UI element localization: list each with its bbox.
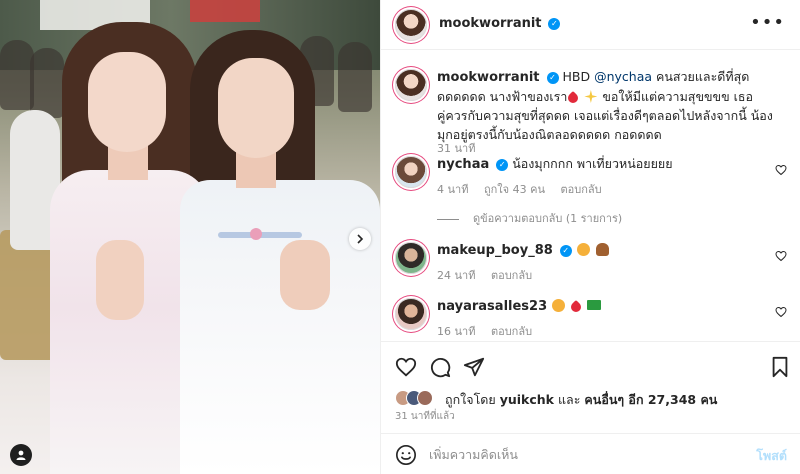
view-replies-button[interactable]: ดูข้อความตอบกลับ (1 รายการ) [437, 209, 622, 227]
author-name-group: mookworranit ✓ [439, 16, 561, 31]
comment-avatar[interactable] [395, 298, 427, 330]
comment-time[interactable]: 4 นาที [437, 183, 468, 196]
caption-text: mookworranit ✓ HBD @nychaa คนสวยและดีที่… [437, 67, 777, 144]
author-username[interactable]: mookworranit [439, 16, 542, 31]
likes-summary[interactable]: ถูกใจโดย yuikchk และ คนอื่นๆ อีก 27,348 … [395, 390, 795, 407]
burger-emoji [595, 243, 609, 256]
comment-username[interactable]: makeup_boy_88 [437, 243, 553, 258]
other-likers-link[interactable]: คนอื่นๆ อีก 27,348 คน [584, 392, 717, 407]
user-tag-icon [16, 450, 26, 460]
verified-badge-icon: ✓ [559, 244, 572, 257]
comment-text: nayarasalles23 [437, 296, 777, 316]
post-photo[interactable] [0, 0, 380, 474]
comment-meta: 24 นาที ตอบกลับ [437, 266, 544, 284]
add-comment-bar: โพสต์ [381, 433, 800, 474]
comment-like-heart-icon[interactable] [775, 250, 787, 262]
photo-crowd-person [338, 42, 372, 112]
photo-subject-right-dress [180, 180, 380, 474]
star-struck-emoji [576, 243, 590, 256]
likes-text: ถูกใจโดย yuikchk และ คนอื่นๆ อีก 27,348 … [445, 390, 717, 410]
comment-avatar[interactable] [395, 156, 427, 188]
caption-mention[interactable]: @nychaa [594, 69, 652, 84]
photo-dress-flower [250, 228, 262, 240]
chevron-right-icon [357, 234, 364, 244]
send-icon[interactable] [463, 356, 485, 378]
comment-avatar[interactable] [395, 242, 427, 274]
comment-reply-button[interactable]: ตอบกลับ [491, 269, 532, 282]
comment-reply-button[interactable]: ตอบกลับ [491, 325, 532, 338]
more-horizontal-icon: ••• [750, 12, 785, 33]
bookmark-icon[interactable] [769, 356, 791, 378]
comment-likes-count[interactable]: ถูกใจ 43 คน [484, 183, 545, 196]
caption-username[interactable]: mookworranit [437, 70, 540, 85]
photo-subject-left-face [88, 52, 166, 152]
comment-username[interactable]: nychaa [437, 157, 489, 172]
comment-body: น้องมุกกกก พาเที่ยวหน่อยยยย [512, 156, 673, 171]
user-tag-button[interactable] [10, 444, 32, 466]
likes-prefix: ถูกใจโดย [445, 392, 496, 407]
caption-avatar[interactable] [395, 69, 427, 101]
carousel-next-button[interactable] [349, 228, 371, 250]
star-struck-emoji [552, 299, 566, 312]
photo-crowd-person [0, 40, 34, 110]
verified-badge-icon: ✓ [496, 158, 509, 171]
caption-row: mookworranit ✓ HBD @nychaa คนสวยและดีที่… [393, 67, 793, 159]
heart-icon[interactable] [395, 356, 417, 378]
comment-like-heart-icon[interactable] [775, 164, 787, 176]
comment-item: makeup_boy_88 ✓ 24 นาที ตอบกลับ [393, 240, 793, 284]
post-comment-button[interactable]: โพสต์ [756, 446, 787, 466]
emoji-smile-icon[interactable] [395, 444, 417, 466]
verified-badge-icon: ✓ [548, 17, 561, 30]
comment-icon[interactable] [429, 356, 451, 378]
liker-avatar [417, 390, 433, 406]
photo-subject-right-face [218, 58, 294, 158]
comment-item: nayarasalles23 16 นาที ตอบกลับ [393, 296, 793, 340]
post-header: mookworranit ✓ ••• [381, 0, 800, 50]
red-heart-emoji [569, 299, 584, 315]
first-liker-username[interactable]: yuikchk [500, 392, 554, 407]
comment-time[interactable]: 24 นาที [437, 269, 475, 282]
comment-username[interactable]: nayarasalles23 [437, 299, 547, 314]
post-actions-bar [381, 341, 800, 391]
comment-like-heart-icon[interactable] [775, 306, 787, 318]
author-avatar[interactable] [395, 9, 427, 41]
brazil-flag-emoji [587, 300, 602, 310]
photo-subject-right-arm [280, 240, 330, 310]
post-timestamp[interactable]: 31 นาทีที่แล้ว [395, 409, 455, 424]
photo-crowd-person [30, 48, 64, 118]
photo-subject-left-arm [96, 240, 144, 320]
more-options-button[interactable]: ••• [750, 12, 785, 33]
liker-avatars [395, 390, 443, 406]
sparkles-emoji [584, 90, 598, 103]
replies-divider [437, 218, 459, 220]
view-replies-label: ดูข้อความตอบกลับ (1 รายการ) [473, 212, 623, 225]
comment-meta: 16 นาที ตอบกลับ [437, 322, 544, 340]
caption-prefix: HBD [562, 69, 591, 84]
comment-input[interactable] [429, 442, 729, 466]
comment-meta: 4 นาที ถูกใจ 43 คน ตอบกลับ [437, 180, 614, 198]
photo-background-sign [190, 0, 260, 22]
likes-middle: และ [557, 392, 581, 407]
comment-time[interactable]: 16 นาที [437, 325, 475, 338]
comment-text: makeup_boy_88 ✓ [437, 240, 777, 260]
comments-list[interactable]: mookworranit ✓ HBD @nychaa คนสวยและดีที่… [381, 51, 800, 341]
verified-badge-icon: ✓ [546, 71, 559, 84]
comment-reply-button[interactable]: ตอบกลับ [560, 183, 601, 196]
post-details-panel: mookworranit ✓ ••• mookworranit ✓ HBD @n… [380, 0, 800, 474]
comment-text: nychaa ✓ น้องมุกกกก พาเที่ยวหน่อยยยย [437, 154, 777, 174]
red-heart-emoji [566, 90, 581, 106]
